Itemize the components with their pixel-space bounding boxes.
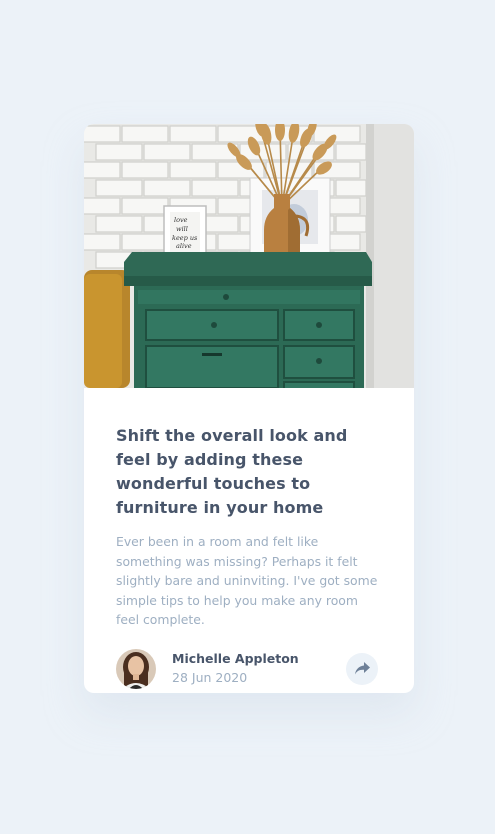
article-title[interactable]: Shift the overall look and feel by addin… (116, 424, 382, 520)
svg-text:love: love (174, 216, 188, 224)
share-button[interactable] (346, 652, 378, 685)
author-info: Michelle Appleton 28 Jun 2020 (172, 650, 346, 688)
drawers-illustration: love will keep us alive (84, 124, 414, 388)
svg-text:alive: alive (176, 242, 192, 250)
svg-text:will: will (176, 225, 188, 233)
author-avatar (116, 648, 156, 689)
article-footer: Michelle Appleton 28 Jun 2020 (116, 648, 382, 689)
svg-text:keep us: keep us (172, 234, 198, 242)
article-card: love will keep us alive Shift the overal… (84, 124, 414, 693)
post-date: 28 Jun 2020 (172, 669, 248, 685)
article-content: Shift the overall look and feel by addin… (84, 388, 414, 689)
avatar-image (116, 648, 156, 689)
author-name: Michelle Appleton (172, 650, 299, 666)
article-hero-image: love will keep us alive (84, 124, 414, 388)
article-excerpt: Ever been in a room and felt like someth… (116, 534, 378, 627)
share-icon (354, 662, 370, 675)
